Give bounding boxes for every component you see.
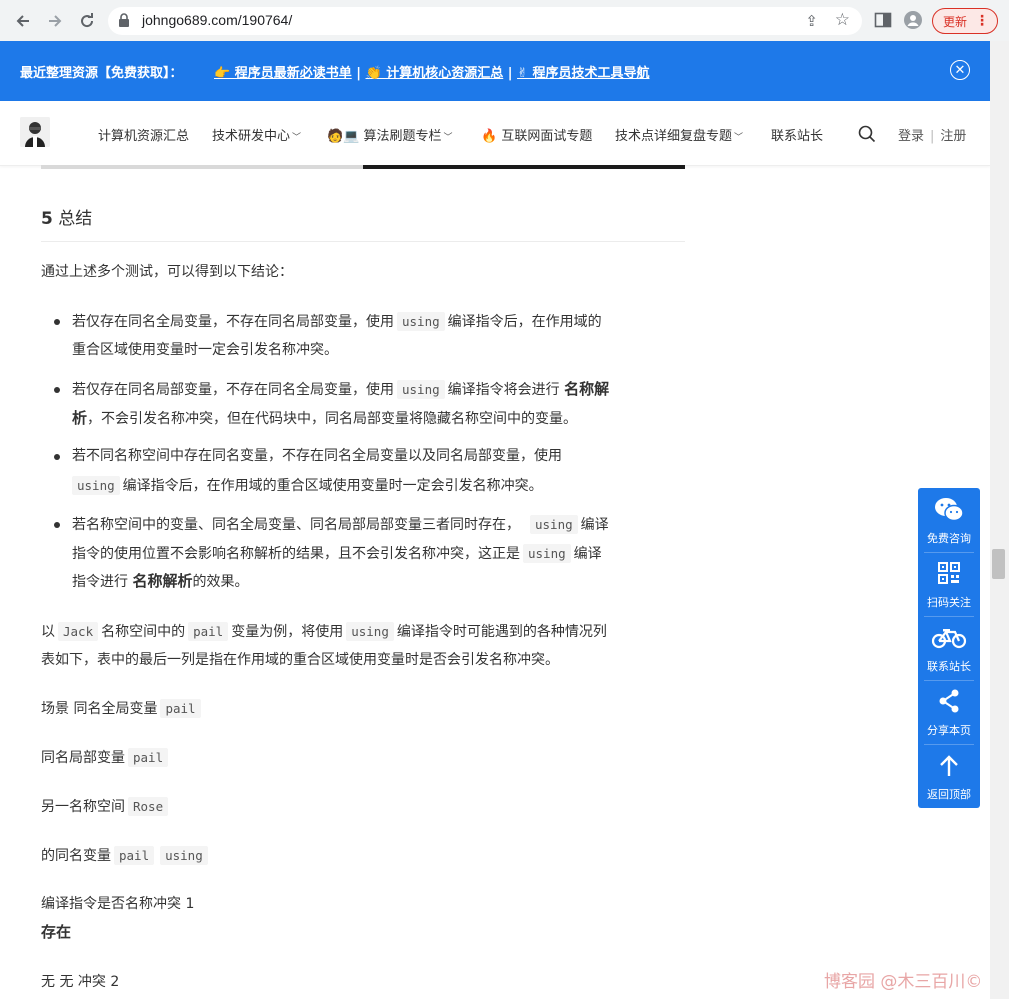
side-panel-icon[interactable] [874,11,892,29]
chevron-down-icon: ﹀ [443,133,453,143]
floating-side-panel: 免费咨询 扫码关注 联系站长 分享本页 返回顶部 [918,488,980,808]
chevron-down-icon: ﹀ [292,133,302,143]
list-item: 若名称空间中的变量、同名全局变量、同名局部局部变量三者同时存在， using 编译 [72,515,609,534]
menu-item-tech-review[interactable]: 技术点详细复盘专题 ﹀ [615,125,743,144]
side-item-back-to-top[interactable]: 返回顶部 [918,744,980,808]
bullet [54,319,60,325]
bullet [54,454,60,460]
menu-item-contact[interactable]: 联系站长 [771,125,823,144]
article-image-bottom [41,165,685,169]
chevron-down-icon: ﹀ [734,133,744,143]
table-line: 另一名称空间 Rose [41,792,171,822]
register-link[interactable]: 注册 [940,129,966,144]
watermark: 博客园 @木三百川© [824,972,983,992]
promo-link-books[interactable]: 👉 程序员最新必读书单 [214,66,352,81]
address-bar[interactable]: johngo689.com/190764/ ⇪ ☆ [108,7,862,35]
page-scrollbar[interactable] [990,41,1009,999]
list-item: 若不同名称空间中存在同名变量，不存在同名全局变量以及同名局部变量，使用 [72,448,562,464]
heading-divider [41,241,685,242]
site-header: 计算机资源汇总 技术研发中心 ﹀ 🧑💻 算法刷题专栏 ﹀ 🔥 互联网面试专题 技术点… [0,101,990,166]
table-line: 的同名变量 pail using [41,841,211,871]
site-logo-avatar[interactable] [20,117,50,147]
back-icon[interactable] [12,10,34,32]
list-item: 若仅存在同名局部变量，不存在同名全局变量，使用 using 编译指令将会进行 名称解 [72,380,610,399]
share-icon [939,689,959,713]
arrow-up-icon [940,755,958,776]
menu-item-resources[interactable]: 计算机资源汇总 [98,125,189,144]
promo-banner: 最近整理资源【免费获取】： 👉 程序员最新必读书单 | 👏 计算机核心资源汇总 … [0,41,990,101]
bookmark-star-icon[interactable]: ☆ [835,10,850,30]
table-line: 编译指令是否名称冲突 1 [41,896,195,912]
promo-links: 👉 程序员最新必读书单 | 👏 计算机核心资源汇总 | ✌ 程序员技术工具导航 [214,66,650,81]
table-line-strong: 存在 [41,923,72,941]
side-item-qrcode[interactable]: 扫码关注 [918,552,980,616]
list-item-cont: 析，不会引发名称冲突，但在代码块中，同名局部变量将隐藏名称空间中的变量。 [72,409,578,427]
table-line: 同名局部变量 pail [41,743,171,773]
qrcode-icon [938,562,960,584]
close-icon[interactable]: ✕ [950,60,970,80]
side-item-contact[interactable]: 联系站长 [918,616,980,680]
list-item-cont: using 编译指令后，在作用域的重合区域使用变量时一定会引发名称冲突。 [72,471,543,501]
list-item-cont: 重合区域使用变量时一定会引发名称冲突。 [72,342,338,358]
list-item: 若仅存在同名全局变量，不存在同名局部变量，使用 using 编译指令后，在作用域的 [72,312,602,331]
bullet [54,387,60,393]
promo-link-tools[interactable]: ✌ 程序员技术工具导航 [517,66,649,81]
bike-icon [931,629,967,649]
section-heading: 5 总结 [41,209,93,229]
url-text: johngo689.com/190764/ [142,12,293,28]
forward-icon[interactable] [44,10,66,32]
side-item-consult[interactable]: 免费咨询 [918,488,980,552]
bullet [54,522,60,528]
update-button[interactable]: 更新 ⋮ [932,8,998,34]
reload-icon[interactable] [76,10,98,32]
promo-lead: 最近整理资源【免费获取】： [20,66,183,81]
menu-item-rd-center[interactable]: 技术研发中心 ﹀ [212,125,301,144]
scrollbar-thumb[interactable] [992,549,1005,579]
table-line: 无 无 冲突 2 [41,974,120,990]
list-item-cont: 指令的使用位置不会影响名称解析的结果，且不会引发名称冲突，这正是 using 编译 [72,544,602,563]
menu-item-interview[interactable]: 🔥 互联网面试专题 [481,125,592,144]
example-paragraph-cont: 表如下，表中的最后一列是指在作用域的重合区域使用变量时是否会引发名称冲突。 [41,652,559,668]
browser-toolbar: johngo689.com/190764/ ⇪ ☆ 更新 ⋮ [0,0,1009,42]
list-item-cont: 指令进行 名称解析的效果。 [72,572,249,590]
table-line: 场景 同名全局变量 pail [41,694,204,724]
login-link[interactable]: 登录 [898,129,924,144]
example-paragraph: 以 Jack 名称空间中的 pail 变量为例，将使用 using 编译指令时可能遇到的各种… [41,622,607,641]
promo-link-resources[interactable]: 👏 计算机核心资源汇总 [366,66,504,81]
browser-menu-icon[interactable]: ⋮ [975,12,989,30]
auth-links: 登录 | 注册 [898,129,967,144]
search-icon[interactable] [858,125,876,143]
profile-icon[interactable] [904,11,922,29]
intro-paragraph: 通过上述多个测试，可以得到以下结论： [41,264,293,280]
wechat-icon [935,498,964,522]
side-item-share[interactable]: 分享本页 [918,680,980,744]
share-icon[interactable]: ⇪ [805,12,818,30]
menu-item-algorithms[interactable]: 🧑💻 算法刷题专栏 ﹀ [327,125,453,144]
lock-icon [119,13,129,27]
